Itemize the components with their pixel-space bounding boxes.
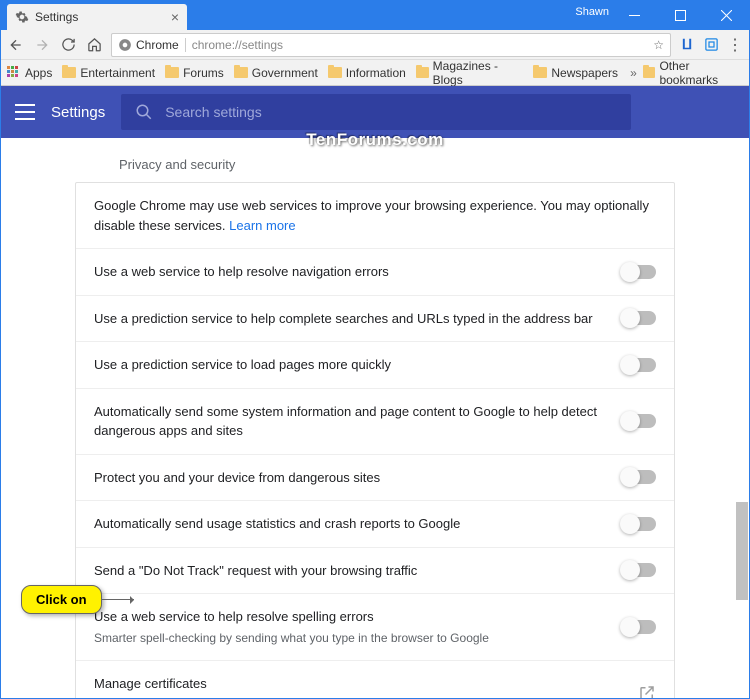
setting-row-safe-browsing[interactable]: Protect you and your device from dangero…: [76, 454, 674, 501]
callout-label: Click on: [21, 585, 102, 614]
toggle-switch[interactable]: [622, 563, 656, 577]
bookmark-folder[interactable]: Government: [234, 66, 318, 80]
minimize-button[interactable]: [611, 1, 657, 30]
toggle-switch[interactable]: [622, 517, 656, 531]
window-controls: [611, 1, 749, 30]
bookmark-folder[interactable]: Newspapers: [533, 66, 618, 80]
toggle-switch[interactable]: [622, 470, 656, 484]
settings-content: Privacy and security Google Chrome may u…: [1, 139, 749, 698]
intro-row: Google Chrome may use web services to im…: [76, 183, 674, 248]
window-titlebar: Settings × Shawn: [1, 1, 749, 30]
toggle-switch[interactable]: [622, 620, 656, 634]
manage-certificates-row[interactable]: Manage certificatesManage HTTPS/SSL cert…: [76, 660, 674, 699]
setting-row-spellcheck[interactable]: Use a web service to help resolve spelli…: [76, 593, 674, 660]
tab-title: Settings: [35, 10, 78, 24]
toggle-switch[interactable]: [622, 265, 656, 279]
gear-icon: [15, 10, 29, 24]
home-button[interactable]: [85, 36, 103, 54]
forward-button[interactable]: [33, 36, 51, 54]
toggle-switch[interactable]: [622, 358, 656, 372]
setting-row-usage-stats[interactable]: Automatically send usage statistics and …: [76, 500, 674, 547]
setting-row-prediction-urls[interactable]: Use a prediction service to help complet…: [76, 295, 674, 342]
settings-search[interactable]: [121, 94, 631, 130]
callout-arrow-icon: [102, 599, 134, 600]
settings-header: Settings TenForums.com: [1, 86, 749, 138]
menu-button[interactable]: [15, 104, 35, 120]
bookmark-star-icon[interactable]: ☆: [653, 38, 664, 52]
toggle-switch[interactable]: [622, 414, 656, 428]
tab-strip: Settings ×: [7, 1, 187, 30]
settings-title: Settings: [51, 104, 105, 121]
folder-icon: [328, 67, 342, 78]
site-info-button[interactable]: Chrome: [118, 38, 186, 52]
toggle-switch[interactable]: [622, 311, 656, 325]
settings-search-input[interactable]: [165, 104, 617, 120]
folder-icon: [416, 67, 429, 78]
privacy-security-card: Google Chrome may use web services to im…: [75, 182, 675, 698]
learn-more-link[interactable]: Learn more: [229, 218, 295, 233]
external-link-icon: [638, 684, 656, 698]
bookmarks-overflow-button[interactable]: »: [630, 66, 637, 80]
tutorial-callout: Click on: [21, 585, 134, 614]
close-window-button[interactable]: [703, 1, 749, 30]
browser-tab-settings[interactable]: Settings ×: [7, 4, 187, 30]
folder-icon: [643, 67, 656, 78]
chrome-menu-button[interactable]: ⋮: [727, 37, 743, 53]
folder-icon: [165, 67, 179, 78]
apps-shortcut[interactable]: Apps: [7, 66, 52, 80]
bookmarks-bar: Apps Entertainment Forums Government Inf…: [1, 60, 749, 86]
browser-toolbar: Chrome chrome://settings ☆ ⵡ ⋮: [1, 30, 749, 60]
address-bar[interactable]: Chrome chrome://settings ☆: [111, 33, 671, 57]
back-button[interactable]: [7, 36, 25, 54]
other-bookmarks[interactable]: Other bookmarks: [643, 59, 743, 87]
maximize-button[interactable]: [657, 1, 703, 30]
extension-icon[interactable]: [703, 37, 719, 53]
folder-icon: [234, 67, 248, 78]
bookmark-folder[interactable]: Magazines - Blogs: [416, 59, 524, 87]
bookmark-folder[interactable]: Entertainment: [62, 66, 155, 80]
folder-icon: [62, 67, 76, 78]
bookmark-folder[interactable]: Information: [328, 66, 406, 80]
scrollbar-thumb[interactable]: [735, 501, 749, 601]
search-icon: [135, 103, 153, 121]
setting-row-do-not-track[interactable]: Send a "Do Not Track" request with your …: [76, 547, 674, 594]
bookmark-folder[interactable]: Forums: [165, 66, 224, 80]
extension-malwarebytes-icon[interactable]: ⵡ: [679, 37, 695, 53]
url-text: chrome://settings: [192, 38, 283, 52]
reload-button[interactable]: [59, 36, 77, 54]
window-user-label: Shawn: [575, 6, 609, 18]
setting-row-prediction-pages[interactable]: Use a prediction service to load pages m…: [76, 341, 674, 388]
close-tab-icon[interactable]: ×: [171, 9, 179, 25]
apps-icon: [7, 66, 21, 80]
setting-row-auto-send-info[interactable]: Automatically send some system informati…: [76, 388, 674, 454]
chrome-icon: [118, 38, 132, 52]
folder-icon: [533, 67, 547, 78]
setting-row-navigation-errors[interactable]: Use a web service to help resolve naviga…: [76, 248, 674, 295]
watermark-text: TenForums.com: [306, 130, 443, 150]
